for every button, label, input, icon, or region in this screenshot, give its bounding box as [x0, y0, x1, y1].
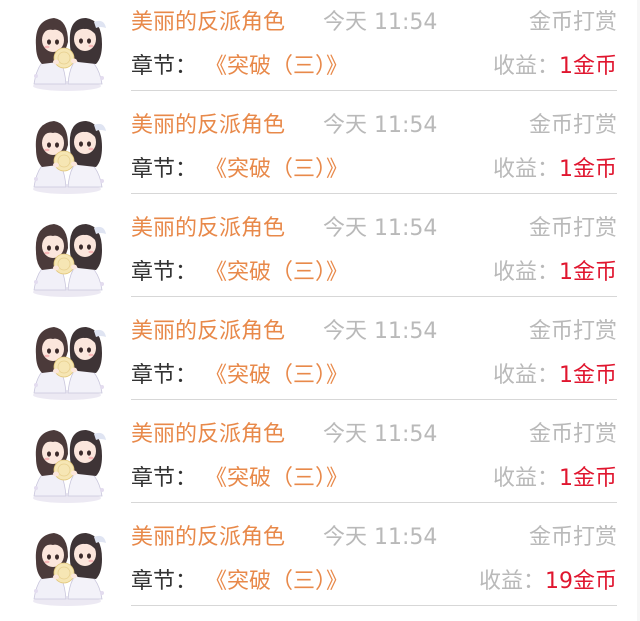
income-value: 1金币 — [559, 260, 617, 285]
reward-record-row[interactable]: 美丽的反派角色 今天 11:54 金币打赏 章节： 《突破（三）》 收益：19金… — [0, 515, 640, 618]
chapter-name: 《突破（三）》 — [205, 363, 349, 388]
chibi-couple-avatar-icon — [24, 521, 110, 607]
chapter-name: 《突破（三）》 — [205, 466, 349, 491]
income: 收益：1金币 — [493, 258, 617, 288]
chapter-name: 《突破（三）》 — [205, 569, 349, 594]
chibi-couple-avatar-icon — [24, 315, 110, 401]
book-title: 美丽的反派角色 — [131, 113, 286, 138]
income-value: 1金币 — [559, 363, 617, 388]
chibi-couple-avatar-icon — [24, 418, 110, 504]
income-label: 收益： — [492, 466, 559, 491]
row-divider — [131, 605, 617, 606]
row-divider — [131, 296, 617, 297]
income-label: 收益： — [492, 260, 559, 285]
income-label: 收益： — [492, 157, 559, 182]
income-label: 收益： — [492, 363, 559, 388]
chibi-couple-avatar-icon — [24, 6, 110, 92]
chapter-name: 《突破（三）》 — [205, 260, 349, 285]
record-time: 今天 11:54 — [323, 113, 438, 138]
row-divider — [131, 90, 617, 91]
reward-record-row[interactable]: 美丽的反派角色 今天 11:54 金币打赏 章节： 《突破（三）》 收益：1金币 — [0, 103, 640, 206]
chapter-label: 章节： — [131, 260, 198, 285]
reward-type: 金币打赏 — [528, 10, 617, 35]
income-value: 19金币 — [545, 569, 617, 594]
book-title: 美丽的反派角色 — [131, 10, 286, 35]
reward-record-row[interactable]: 美丽的反派角色 今天 11:54 金币打赏 章节： 《突破（三）》 收益：1金币 — [0, 206, 640, 309]
record-time: 今天 11:54 — [323, 525, 438, 550]
income-value: 1金币 — [559, 157, 617, 182]
chapter-label: 章节： — [131, 466, 198, 491]
reward-record-row[interactable]: 美丽的反派角色 今天 11:54 金币打赏 章节： 《突破（三）》 收益：1金币 — [0, 309, 640, 412]
chapter-name: 《突破（三）》 — [205, 54, 349, 79]
income: 收益：1金币 — [493, 464, 617, 494]
chapter-label: 章节： — [131, 157, 198, 182]
income-value: 1金币 — [559, 54, 617, 79]
row-divider — [131, 193, 617, 194]
income: 收益：19金币 — [479, 567, 617, 597]
record-time: 今天 11:54 — [323, 422, 438, 447]
reward-type: 金币打赏 — [528, 216, 617, 241]
reward-record-list[interactable]: 美丽的反派角色 今天 11:54 金币打赏 章节： 《突破（三）》 收益：1金币 — [0, 0, 640, 618]
income: 收益：1金币 — [493, 361, 617, 391]
book-title: 美丽的反派角色 — [131, 319, 286, 344]
record-time: 今天 11:54 — [323, 319, 438, 344]
record-time: 今天 11:54 — [323, 10, 438, 35]
row-divider — [131, 399, 617, 400]
chapter-name: 《突破（三）》 — [205, 157, 349, 182]
chibi-couple-avatar-icon — [24, 212, 110, 298]
row-divider — [131, 502, 617, 503]
reward-type: 金币打赏 — [528, 422, 617, 447]
book-title: 美丽的反派角色 — [131, 422, 286, 447]
book-title: 美丽的反派角色 — [131, 216, 286, 241]
income: 收益：1金币 — [493, 52, 617, 82]
chapter-label: 章节： — [131, 363, 198, 388]
reward-type: 金币打赏 — [528, 525, 617, 550]
income-label: 收益： — [492, 54, 559, 79]
chapter-label: 章节： — [131, 54, 198, 79]
reward-type: 金币打赏 — [528, 319, 617, 344]
reward-record-row[interactable]: 美丽的反派角色 今天 11:54 金币打赏 章节： 《突破（三）》 收益：1金币 — [0, 412, 640, 515]
income-label: 收益： — [478, 569, 545, 594]
chapter-label: 章节： — [131, 569, 198, 594]
record-time: 今天 11:54 — [323, 216, 438, 241]
reward-type: 金币打赏 — [528, 113, 617, 138]
chibi-couple-avatar-icon — [24, 109, 110, 195]
income: 收益：1金币 — [493, 155, 617, 185]
income-value: 1金币 — [559, 466, 617, 491]
reward-record-row[interactable]: 美丽的反派角色 今天 11:54 金币打赏 章节： 《突破（三）》 收益：1金币 — [0, 0, 640, 103]
book-title: 美丽的反派角色 — [131, 525, 286, 550]
